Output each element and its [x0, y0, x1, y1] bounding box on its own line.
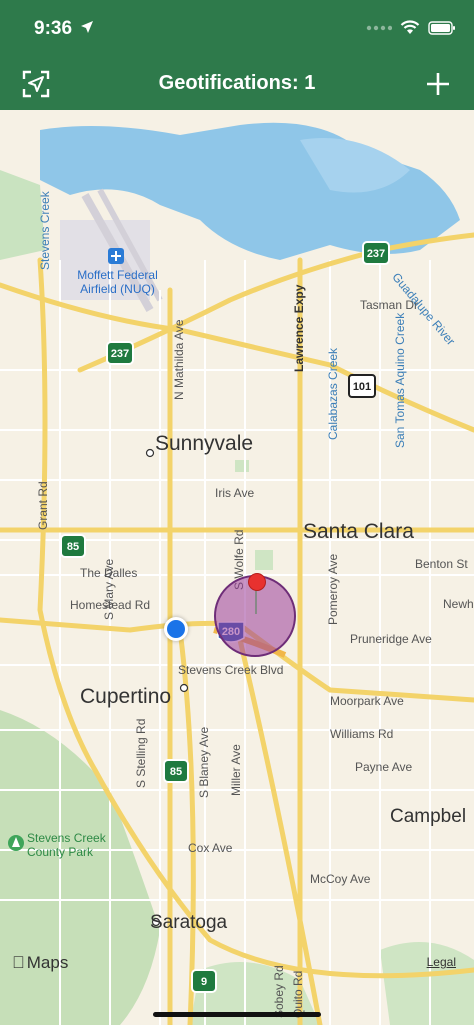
city-label-campbell: Campbel — [390, 806, 467, 827]
city-label-cupertino: Cupertino — [80, 685, 172, 708]
street-label: Stevens Creek Blvd — [178, 663, 284, 677]
street-label: Iris Ave — [215, 486, 255, 500]
wifi-icon — [400, 20, 420, 34]
street-label: S Mary Ave — [102, 558, 116, 620]
street-label: San Tomas Aquino Creek — [393, 312, 407, 448]
street-label: Grant Rd — [36, 481, 50, 530]
street-label: Quito Rd — [291, 970, 305, 1018]
street-label: Miller Ave — [229, 744, 243, 796]
apple-logo-icon:  — [12, 953, 25, 973]
street-label: S Blaney Ave — [197, 726, 211, 798]
user-location-dot — [164, 617, 188, 641]
add-button[interactable] — [422, 68, 454, 100]
street-label: Calabazas Creek — [326, 347, 340, 440]
status-bar: 9:36 — [0, 0, 474, 60]
svg-text:237: 237 — [111, 348, 129, 360]
apple-maps-logo:  Maps — [12, 953, 68, 973]
home-indicator — [153, 1012, 321, 1017]
svg-text:101: 101 — [353, 381, 371, 393]
geotification-pin[interactable] — [248, 573, 266, 591]
location-arrow-icon — [81, 21, 93, 33]
place-label-airfield: Moffett Federal Airfield (NUQ) — [77, 268, 158, 296]
street-label: N Mathilda Ave — [172, 319, 186, 401]
place-label-county-park: Stevens Creek County Park — [27, 831, 106, 859]
street-label: Stevens Creek — [38, 191, 52, 270]
street-label: Pomeroy Ave — [326, 553, 340, 625]
street-label: McCoy Ave — [310, 872, 371, 886]
svg-text:9: 9 — [201, 976, 207, 988]
city-label-saratoga: Saratoga — [150, 912, 228, 933]
street-label: Payne Ave — [355, 760, 413, 774]
street-label: Sobey Rd — [272, 965, 286, 1018]
map-view[interactable]: 237 237 101 85 85 280 9 Sunnyvale Santa … — [0, 110, 474, 1025]
city-label-santa-clara: Santa Clara — [303, 520, 414, 543]
status-indicators — [366, 20, 456, 35]
street-label: Pruneridge Ave — [350, 632, 432, 646]
navigation-bar: Geotifications: 1 — [0, 60, 474, 110]
svg-text:237: 237 — [367, 248, 385, 260]
pin-stem — [255, 588, 257, 614]
svg-text:85: 85 — [170, 766, 182, 778]
street-label: Moorpark Ave — [330, 694, 404, 708]
page-title: Geotifications: 1 — [158, 72, 316, 94]
city-label-sunnyvale: Sunnyvale — [155, 432, 254, 455]
street-label: Benton St — [415, 557, 468, 571]
legal-link[interactable]: Legal — [427, 955, 456, 969]
street-label: Newho — [443, 597, 474, 611]
svg-text:85: 85 — [67, 541, 79, 553]
street-label: Williams Rd — [330, 727, 394, 741]
status-time: 9:36 — [34, 18, 73, 39]
street-label: Cox Ave — [188, 841, 233, 855]
maps-brand-label: Maps — [14, 953, 69, 972]
battery-icon — [428, 20, 455, 35]
signal-icon — [366, 25, 392, 30]
street-label: S Stelling Rd — [134, 718, 148, 788]
street-label: Lawrence Expy — [292, 284, 306, 372]
